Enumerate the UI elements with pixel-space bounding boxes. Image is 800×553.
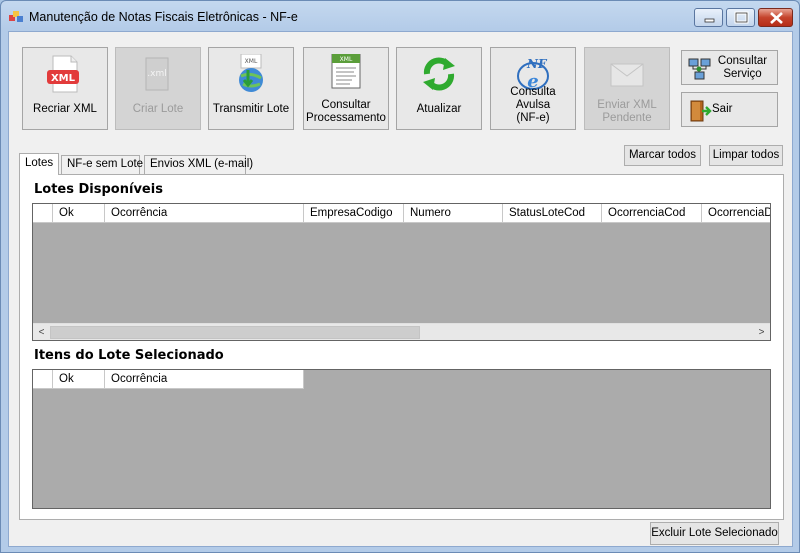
lotes-grid-header: Ok Ocorrência EmpresaCodigo Numero Statu…: [33, 204, 770, 223]
xml-file-icon: XML: [47, 55, 79, 93]
svg-text:XML: XML: [340, 56, 353, 63]
exit-door-icon: [690, 100, 712, 122]
minimize-button[interactable]: [694, 8, 723, 27]
scroll-right-icon[interactable]: >: [753, 324, 770, 340]
enviar-xml-pendente-button[interactable]: Enviar XML Pendente: [584, 47, 670, 130]
itens-grid[interactable]: Ok Ocorrência: [32, 369, 771, 509]
maximize-icon: [734, 11, 749, 24]
transmitir-lote-button[interactable]: XML Transmitir Lote: [208, 47, 294, 130]
lotes-tab-panel: Lotes Disponíveis Ok Ocorrência EmpresaC…: [19, 174, 784, 520]
scroll-thumb[interactable]: [50, 326, 420, 339]
sair-button[interactable]: Sair: [681, 92, 778, 127]
consultar-processamento-button[interactable]: XML Consultar Processamento: [303, 47, 389, 130]
close-button[interactable]: [758, 8, 793, 27]
criar-lote-label: Criar Lote: [132, 103, 184, 115]
enviar-xml-pendente-label: Enviar XML Pendente: [597, 99, 657, 124]
consultar-processamento-label: Consultar Processamento: [306, 99, 386, 124]
app-icon: [9, 11, 23, 22]
form-client-area: XML Recriar XML .xml Criar Lote XML Tran…: [8, 31, 793, 547]
svg-text:NF: NF: [526, 57, 548, 71]
xml-report-icon: XML: [331, 54, 361, 89]
row-selector-header: [33, 204, 53, 223]
transmitir-lote-label: Transmitir Lote: [212, 103, 290, 115]
horizontal-scrollbar[interactable]: < >: [33, 323, 770, 340]
column-header-ocorrencia[interactable]: Ocorrência: [105, 370, 304, 389]
recriar-xml-button[interactable]: XML Recriar XML: [22, 47, 108, 130]
consultar-servico-label: Consultar Serviço: [717, 55, 768, 80]
column-header-numero[interactable]: Numero: [404, 204, 503, 223]
maximize-button[interactable]: [726, 8, 755, 27]
envelope-icon: [610, 63, 644, 87]
network-service-icon: [688, 58, 711, 80]
minimize-icon: [704, 18, 715, 23]
atualizar-button[interactable]: Atualizar: [396, 47, 482, 130]
close-icon: [770, 12, 783, 24]
main-window: Manutenção de Notas Fiscais Eletrônicas …: [0, 0, 800, 553]
column-header-ocorrencia[interactable]: Ocorrência: [105, 204, 304, 223]
sair-label: Sair: [712, 103, 733, 115]
transmit-globe-icon: XML: [239, 54, 263, 92]
refresh-icon: [423, 57, 455, 91]
consulta-avulsa-label: Consulta Avulsa (NF-e): [510, 86, 556, 124]
lotes-grid[interactable]: Ok Ocorrência EmpresaCodigo Numero Statu…: [32, 203, 771, 341]
lotes-disponiveis-title: Lotes Disponíveis: [34, 182, 163, 197]
column-header-ocorrencia-cod[interactable]: OcorrenciaCod: [602, 204, 702, 223]
title-bar: Manutenção de Notas Fiscais Eletrônicas …: [1, 1, 799, 31]
consultar-servico-button[interactable]: Consultar Serviço: [681, 50, 778, 85]
tab-lotes[interactable]: Lotes: [19, 153, 59, 175]
recriar-xml-label: Recriar XML: [33, 103, 97, 115]
svg-text:XML: XML: [245, 58, 258, 65]
window-title: Manutenção de Notas Fiscais Eletrônicas …: [29, 10, 298, 24]
tab-nfe-sem-lote[interactable]: NF-e sem Lote: [61, 155, 143, 174]
limpar-todos-button[interactable]: Limpar todos: [709, 145, 783, 166]
column-header-empresa-codigo[interactable]: EmpresaCodigo: [304, 204, 404, 223]
excluir-lote-button[interactable]: Excluir Lote Selecionado: [650, 522, 779, 545]
row-selector-header: [33, 370, 53, 389]
svg-text:XML: XML: [51, 73, 76, 84]
itens-lote-title: Itens do Lote Selecionado: [34, 348, 224, 363]
itens-grid-header: Ok Ocorrência: [33, 370, 304, 389]
consulta-avulsa-button[interactable]: NF e Consulta Avulsa (NF-e): [490, 47, 576, 130]
xml-document-icon: .xml: [145, 57, 169, 91]
svg-text:.xml: .xml: [147, 69, 166, 79]
column-header-ok[interactable]: Ok: [53, 370, 105, 389]
scroll-left-icon[interactable]: <: [33, 324, 50, 340]
criar-lote-button[interactable]: .xml Criar Lote: [115, 47, 201, 130]
column-header-ocorrencia-d[interactable]: OcorrenciaD: [702, 204, 770, 223]
column-header-status-lote-cod[interactable]: StatusLoteCod: [503, 204, 602, 223]
marcar-todos-button[interactable]: Marcar todos: [624, 145, 701, 166]
atualizar-label: Atualizar: [416, 103, 462, 115]
column-header-ok[interactable]: Ok: [53, 204, 105, 223]
tab-envios-xml[interactable]: Envios XML (e-mail): [144, 155, 253, 174]
